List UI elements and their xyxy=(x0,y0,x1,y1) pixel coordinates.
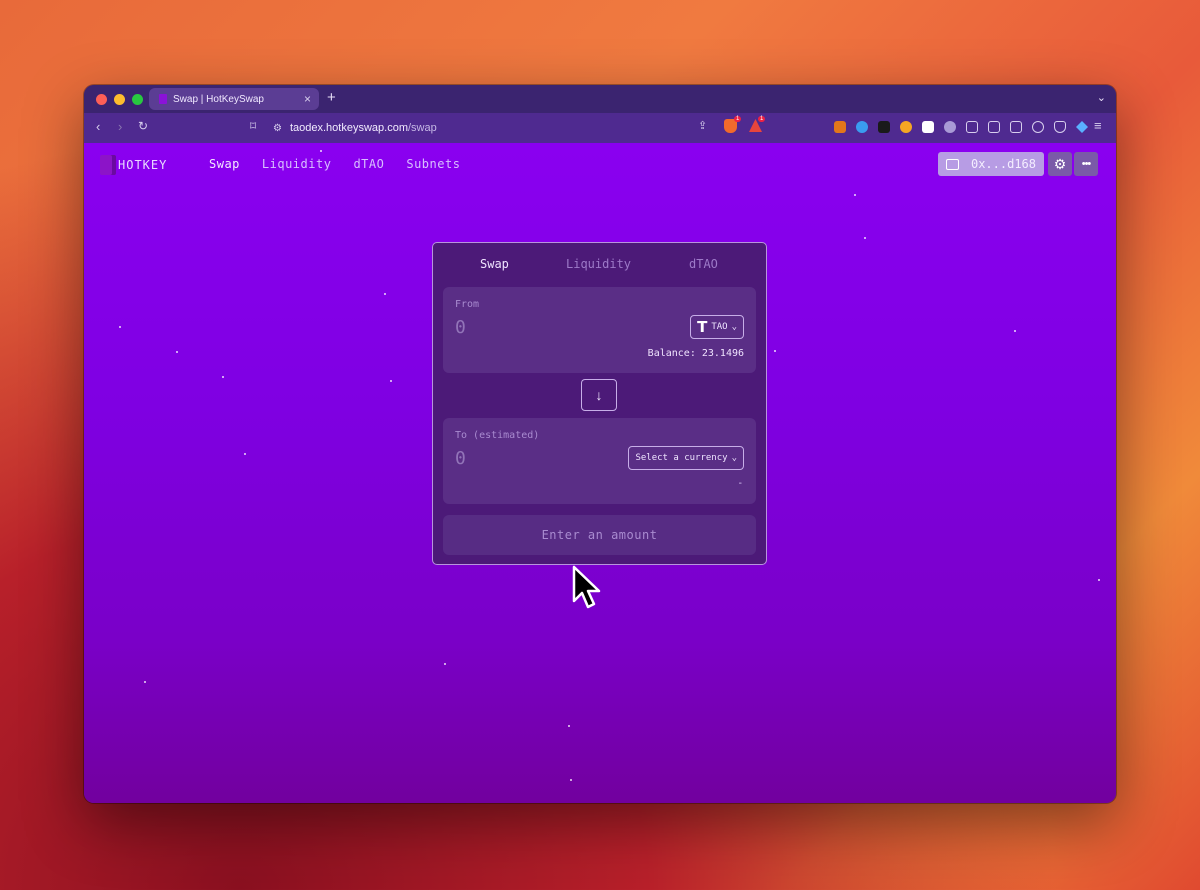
url-host: taodex.hotkeyswap.com xyxy=(289,122,408,134)
extension-icon-3[interactable] xyxy=(878,121,890,133)
shields-badge: 1 xyxy=(734,116,742,122)
minimize-window-button[interactable] xyxy=(114,93,125,105)
star xyxy=(119,326,121,328)
tab-liquidity[interactable]: Liquidity xyxy=(566,257,631,271)
close-window-button[interactable] xyxy=(96,93,107,105)
star xyxy=(176,351,178,353)
star xyxy=(854,194,856,196)
to-label: To (estimated) xyxy=(455,430,540,441)
extension-icon-4[interactable] xyxy=(900,121,912,133)
vpn-shield-icon[interactable] xyxy=(1054,121,1066,133)
star xyxy=(444,663,446,665)
from-label: From xyxy=(455,299,480,310)
star xyxy=(570,779,572,781)
from-token-symbol: TAO xyxy=(711,322,728,332)
logo[interactable]: HOTKEY xyxy=(100,155,167,175)
from-amount-input[interactable]: 0 xyxy=(455,317,466,338)
leo-ai-icon[interactable] xyxy=(1032,121,1044,133)
to-currency-select[interactable]: Select a currency ⌄ xyxy=(628,446,744,470)
star xyxy=(244,453,246,455)
arrow-down-icon: ↓ xyxy=(595,387,603,403)
rewards-badge: 1 xyxy=(758,116,766,122)
wallet-icon xyxy=(946,158,959,170)
from-token-select[interactable]: T TAO ⌄ xyxy=(690,315,744,339)
wallet-address: 0x...d168 xyxy=(970,157,1036,171)
nav-liquidity[interactable]: Liquidity xyxy=(262,157,332,171)
metamask-extension-icon[interactable] xyxy=(834,121,846,133)
top-nav: Swap Liquidity dTAO Subnets xyxy=(209,157,460,171)
more-button[interactable]: ••• xyxy=(1074,152,1098,176)
browser-toolbar: ‹ › ↻ ⌑ ⚙ taodex.hotkeyswap.com/swap ⇪ 1… xyxy=(84,113,1116,144)
select-currency-label: Select a currency xyxy=(635,453,728,463)
menu-icon[interactable]: ≡ xyxy=(1094,118,1102,133)
tab-dtao[interactable]: dTAO xyxy=(689,257,718,271)
to-panel: To (estimated) 0 Select a currency ⌄ - xyxy=(443,418,756,504)
close-tab-icon[interactable]: × xyxy=(304,92,311,106)
sidebar-icon[interactable] xyxy=(988,121,1000,133)
share-icon[interactable]: ⇪ xyxy=(698,119,707,132)
extension-icon-7[interactable] xyxy=(1076,121,1088,133)
from-balance: Balance: 23.1496 xyxy=(647,348,744,359)
star xyxy=(320,150,322,152)
tab-swap[interactable]: Swap xyxy=(480,257,509,271)
to-amount-input[interactable]: 0 xyxy=(455,448,466,469)
star xyxy=(774,350,776,352)
reload-icon[interactable]: ↻ xyxy=(138,119,148,133)
address-bar[interactable]: ⚙ taodex.hotkeyswap.com/swap xyxy=(269,117,699,139)
nav-swap[interactable]: Swap xyxy=(209,157,240,171)
extension-icon-2[interactable] xyxy=(856,121,868,133)
from-panel: From 0 T TAO ⌄ Balance: 23.1496 xyxy=(443,287,756,373)
url-path: /swap xyxy=(407,122,437,134)
nav-dtao[interactable]: dTAO xyxy=(353,157,384,171)
extensions-puzzle-icon[interactable] xyxy=(966,121,978,133)
wallet-button[interactable]: 0x...d168 xyxy=(938,152,1044,176)
gear-icon: ⚙ xyxy=(1053,155,1067,172)
chevron-down-icon: ⌄ xyxy=(731,453,737,463)
logo-mark-icon xyxy=(100,155,116,175)
forward-icon[interactable]: › xyxy=(118,119,122,134)
tab-title: Swap | HotKeySwap xyxy=(173,93,264,105)
nav-subnets[interactable]: Subnets xyxy=(406,157,460,171)
star xyxy=(1014,330,1016,332)
extension-icon-6[interactable] xyxy=(944,121,956,133)
star xyxy=(384,293,386,295)
star xyxy=(222,376,224,378)
mouse-cursor-icon xyxy=(572,565,601,609)
tao-token-icon: T xyxy=(697,318,708,336)
logo-text: HOTKEY xyxy=(118,158,168,172)
settings-button[interactable]: ⚙ xyxy=(1048,152,1072,176)
star xyxy=(864,237,866,239)
switch-direction-button[interactable]: ↓ xyxy=(581,379,617,411)
window-controls xyxy=(96,93,143,105)
back-icon[interactable]: ‹ xyxy=(96,119,100,134)
extension-icon-5[interactable] xyxy=(922,121,934,133)
app-page: HOTKEY Swap Liquidity dTAO Subnets 0x...… xyxy=(84,143,1116,803)
bookmark-icon[interactable]: ⌑ xyxy=(250,119,256,133)
wallet-icon[interactable] xyxy=(1010,121,1022,133)
swap-card: Swap Liquidity dTAO From 0 T TAO ⌄ Balan… xyxy=(432,242,767,565)
browser-window: Swap | HotKeySwap × + ⌄ ‹ › ↻ ⌑ ⚙ taodex… xyxy=(84,85,1116,803)
zoom-window-button[interactable] xyxy=(132,93,143,105)
site-info-icon[interactable]: ⚙ xyxy=(273,123,282,134)
new-tab-button[interactable]: + xyxy=(327,89,336,106)
tab-list-chevron-icon[interactable]: ⌄ xyxy=(1097,91,1106,104)
star xyxy=(144,681,146,683)
to-balance: - xyxy=(738,478,742,489)
browser-tab[interactable]: Swap | HotKeySwap × xyxy=(149,88,319,110)
tab-bar: Swap | HotKeySwap × + ⌄ xyxy=(84,85,1116,113)
star xyxy=(568,725,570,727)
star xyxy=(1098,579,1100,581)
star xyxy=(390,380,392,382)
chevron-down-icon: ⌄ xyxy=(731,322,737,332)
ellipsis-icon: ••• xyxy=(1081,158,1092,170)
submit-swap-button[interactable]: Enter an amount xyxy=(443,515,756,555)
favicon-icon xyxy=(159,94,167,104)
